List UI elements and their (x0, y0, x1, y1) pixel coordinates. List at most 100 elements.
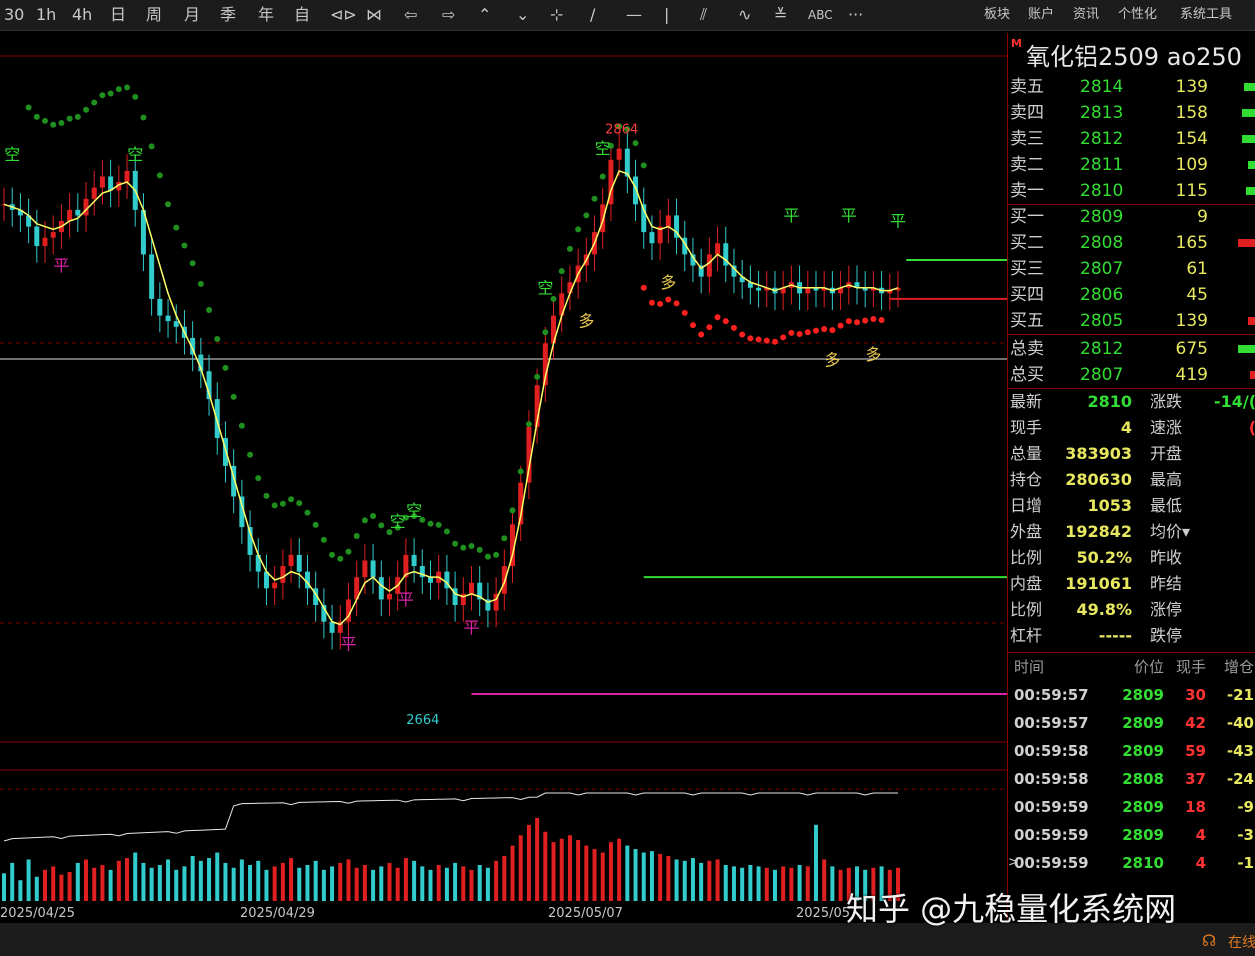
tick-price: 2809 (1122, 686, 1164, 704)
menu-0[interactable]: 板块 (984, 5, 1010, 25)
menu-2[interactable]: 资讯 (1073, 5, 1099, 25)
trail-dot-bull (862, 317, 869, 324)
level-price: 2812 (1080, 339, 1124, 359)
candle-body (99, 176, 105, 188)
ask-row[interactable]: 卖一 2810 115 (1008, 178, 1255, 204)
volume-bar (330, 866, 335, 901)
trail-dot-bull (730, 324, 737, 331)
toolbar-tool-3[interactable]: 日 (110, 5, 126, 25)
kline-chart[interactable]: 2864 2664 空空平平空空平平空空多多平平多平多 2025/04/25 2025/… (0, 33, 1007, 923)
trail-dot-bear (566, 245, 573, 252)
volume-bar (633, 849, 638, 901)
tick-row[interactable]: 00:59:58 2809 59 -43 (1008, 737, 1255, 765)
headset-icon[interactable]: ☊ (1202, 931, 1216, 950)
ask-row[interactable]: 卖三 2812 154 (1008, 126, 1255, 152)
volume-bar (272, 866, 277, 901)
toolbar-tool-11[interactable]: ⇦ (404, 5, 417, 25)
bid-row[interactable]: 买四 2806 45 (1008, 282, 1255, 308)
toolbar-tool-19[interactable]: ⫽ (700, 5, 707, 25)
tick-row[interactable]: 00:59:57 2809 30 -21 (1008, 681, 1255, 709)
kline-chart-svg[interactable]: 28642664空 空平平空空平平空空多多平 平多平多2025/04/25 2025/… (0, 33, 1007, 923)
total-row[interactable]: 总买 2807 419 (1008, 362, 1255, 388)
volume-bar (641, 852, 646, 901)
x-tick-label: 2025/04/29 (240, 906, 315, 921)
trail-dot-bear (452, 540, 459, 547)
bid-row[interactable]: 买一 2809 9 (1008, 204, 1255, 230)
candle-body (427, 577, 433, 583)
trail-dot-bull (665, 296, 672, 303)
toolbar-tool-10[interactable]: ⋈ (366, 5, 382, 25)
toolbar-tool-17[interactable]: — (626, 5, 642, 25)
toolbar-tool-5[interactable]: 月 (184, 5, 200, 25)
tick-row[interactable]: 00:59:57 2809 42 -40 (1008, 709, 1255, 737)
bid-row[interactable]: 买三 2807 61 (1008, 256, 1255, 282)
volume-bar (781, 866, 786, 901)
toolbar-tool-6[interactable]: 季 (220, 5, 236, 25)
trail-dot-bear (517, 468, 524, 475)
quote-panel: M 氧化铝2509 ao250 卖五 2814 139 卖四 2813 158 卖三 2812… (1007, 33, 1255, 923)
toolbar-tool-13[interactable]: ⌃ (478, 5, 491, 25)
volume-bar (338, 862, 343, 901)
toolbar-tool-0[interactable]: 30 (4, 5, 24, 25)
trail-dot-bear (435, 521, 442, 528)
stat-row: 内盘 191061 昨结 (1008, 571, 1255, 597)
market-marker: M (1011, 37, 1022, 50)
volume-bar (75, 862, 80, 901)
stat-row: 比例 49.8% 涨停 (1008, 597, 1255, 623)
trail-dot-bear (165, 201, 172, 208)
toolbar-tool-23[interactable]: ··· (848, 5, 863, 25)
ask-row[interactable]: 卖五 2814 139 (1008, 74, 1255, 100)
toolbar-tool-2[interactable]: 4h (72, 5, 92, 25)
trail-dot-bear (304, 509, 311, 516)
stat-value: 2810 (1087, 392, 1132, 411)
volume-bar (1248, 161, 1255, 169)
stat-label: 最新 (1010, 392, 1043, 411)
toolbar-tool-7[interactable]: 年 (258, 5, 274, 25)
bid-row[interactable]: 买五 2805 139 (1008, 308, 1255, 334)
toolbar-tool-18[interactable]: | (664, 5, 669, 25)
signal-label: 平 (53, 256, 69, 275)
toolbar-tool-15[interactable]: ⊹ (550, 5, 563, 25)
menu-4[interactable]: 系统工具 (1180, 5, 1232, 25)
ask-row[interactable]: 卖二 2811 109 (1008, 152, 1255, 178)
tick-hand: 42 (1185, 714, 1206, 732)
tick-time: 00:59:59 (1014, 854, 1089, 872)
level-label: 卖四 (1010, 103, 1044, 123)
volume-bar (559, 838, 564, 901)
symbol-title[interactable]: 氧化铝2509 ao250 (1026, 37, 1242, 72)
stat-label: 涨停 (1150, 600, 1183, 619)
volume-bar (617, 838, 622, 901)
volume-bar (1248, 317, 1255, 325)
toolbar-tool-22[interactable]: ABC (808, 5, 833, 25)
trail-dot-bear (115, 86, 122, 93)
tick-row[interactable]: 00:59:59 2810 4 -1 (1008, 849, 1255, 877)
toolbar-tool-16[interactable]: / (590, 5, 595, 25)
toolbar-tool-1[interactable]: 1h (36, 5, 56, 25)
trail-dot-bear (501, 535, 508, 542)
ask-row[interactable]: 卖四 2813 158 (1008, 100, 1255, 126)
toolbar-tool-14[interactable]: ⌄ (516, 5, 529, 25)
tick-row[interactable]: 00:59:59 2809 18 -9 (1008, 793, 1255, 821)
bid-row[interactable]: 买二 2808 165 (1008, 230, 1255, 256)
volume-bar (264, 869, 269, 901)
trail-dot-bear (476, 546, 483, 553)
toolbar-tool-20[interactable]: ∿ (738, 5, 751, 25)
menu-3[interactable]: 个性化 (1118, 5, 1157, 25)
total-row[interactable]: 总卖 2812 675 (1008, 336, 1255, 362)
menu-1[interactable]: 账户 (1028, 5, 1054, 25)
toolbar-tool-12[interactable]: ⇨ (442, 5, 455, 25)
toolbar-tool-8[interactable]: 自 (294, 5, 310, 25)
toolbar-tool-9[interactable]: ⊲⊳ (330, 5, 357, 25)
trail-dot-bear (329, 551, 336, 558)
trail-dot-bear (632, 140, 639, 147)
tick-row[interactable]: 00:59:58 2808 37 -24 (1008, 765, 1255, 793)
signal-label: 空 (127, 145, 143, 164)
tick-row[interactable]: 00:59:59 2809 4 -3 (1008, 821, 1255, 849)
trail-dot-bear (206, 307, 213, 314)
toolbar-tool-21[interactable]: ≚ (774, 5, 787, 25)
toolbar-tool-4[interactable]: 周 (146, 5, 162, 25)
stat-value: 49.8% (1076, 600, 1132, 619)
trail-dot-bear (66, 115, 73, 122)
volume-bar (59, 874, 64, 901)
volume-bar (18, 880, 23, 901)
